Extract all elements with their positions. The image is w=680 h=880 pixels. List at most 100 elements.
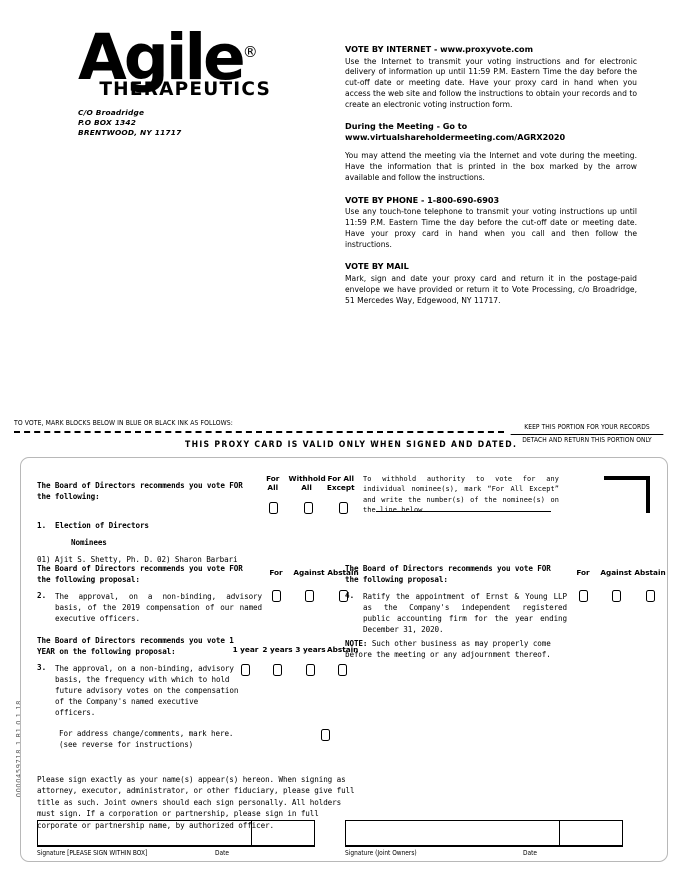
recommendation-text-2: The Board of Directors recommends you vo… xyxy=(37,564,243,584)
letterhead-section: Agile® THERAPEUTICS C/O Broadridge P.O B… xyxy=(0,0,680,415)
item-1-checkbox-row xyxy=(257,499,360,518)
portion-notice-block: KEEP THIS PORTION FOR YOUR RECORDS DETAC… xyxy=(504,422,670,446)
item-4-checkbox-row xyxy=(568,587,666,606)
registered-trademark-icon: ® xyxy=(242,43,258,61)
proxy-card: The Board of Directors recommends you vo… xyxy=(20,457,668,862)
column-header-for-4: For xyxy=(576,568,590,577)
column-header-3-years: 3 years xyxy=(295,645,326,654)
column-header-withhold-all: Withhold All xyxy=(288,474,326,493)
signature-date-field-joint[interactable] xyxy=(560,821,622,845)
nominee-item-2: 02) Sharon Barbari xyxy=(157,555,238,564)
column-header-1-year: 1 year xyxy=(232,645,259,654)
signature-box-joint xyxy=(345,820,623,847)
nominee-exception-write-in-line[interactable] xyxy=(376,511,551,512)
item-3-row: 3. The approval, on a non-binding, advis… xyxy=(37,663,242,718)
item-2-row: 2. The approval, on a non-binding, advis… xyxy=(37,591,262,624)
address-line-2: P.O BOX 1342 xyxy=(78,117,137,127)
column-header-for-all: For All xyxy=(266,474,280,493)
address-line-3: BRENTWOOD, NY 11717 xyxy=(78,127,182,137)
checkbox-item3-1-year[interactable] xyxy=(241,664,250,676)
signature-field-joint[interactable] xyxy=(346,821,560,845)
voting-instructions-panel: VOTE BY INTERNET - www.proxyvote.com Use… xyxy=(345,44,637,306)
signature-box-primary xyxy=(37,820,315,847)
mark-blocks-instruction: TO VOTE, MARK BLOCKS BELOW IN BLUE OR BL… xyxy=(14,418,233,427)
recommendation-item-1: The Board of Directors recommends you vo… xyxy=(37,481,259,503)
checkbox-address-change[interactable] xyxy=(321,729,330,741)
address-change-line-1: For address change/comments, mark here. xyxy=(59,729,234,738)
signature-labels-joint: Signature (Joint Owners) Date xyxy=(345,849,623,857)
column-header-2-years: 2 years xyxy=(262,645,293,654)
checkbox-item3-3-years[interactable] xyxy=(306,664,315,676)
signature-label-primary: Signature [PLEASE SIGN WITHIN BOX] xyxy=(37,849,148,857)
item-4-row: 4. Ratify the appointment of Ernst & You… xyxy=(345,591,567,635)
signature-label-joint: Signature (Joint Owners) xyxy=(345,849,417,857)
detach-bar: TO VOTE, MARK BLOCKS BELOW IN BLUE OR BL… xyxy=(0,418,680,462)
vote-by-phone-body: Use any touch-tone telephone to transmit… xyxy=(345,207,637,249)
column-header-against-4: Against xyxy=(600,568,632,577)
recommendation-text-3: The Board of Directors recommends you vo… xyxy=(37,636,234,656)
other-business-note: NOTE: Such other business as may properl… xyxy=(345,638,565,660)
note-text: Such other business as may properly come… xyxy=(345,639,551,659)
recommendation-text-4: The Board of Directors recommends you vo… xyxy=(345,564,551,584)
vote-by-phone-heading: VOTE BY PHONE - 1-800-690-6903 xyxy=(345,194,500,205)
company-logo-block: Agile® THERAPEUTICS C/O Broadridge P.O B… xyxy=(78,26,328,138)
vote-by-mail-body: Mark, sign and date your proxy card and … xyxy=(345,273,637,305)
checkbox-item4-against[interactable] xyxy=(611,590,621,602)
perforation-dashed-line xyxy=(14,431,504,433)
note-label: NOTE: xyxy=(345,639,368,648)
signature-block-joint: Signature (Joint Owners) Date xyxy=(345,820,623,857)
item-4-column-headers: For Against Abstain xyxy=(568,568,666,577)
date-label-primary: Date xyxy=(215,849,230,857)
address-change-checkbox-wrap xyxy=(321,726,330,745)
checkbox-item4-abstain[interactable] xyxy=(645,590,655,602)
proxy-validity-notice: THIS PROXY CARD IS VALID ONLY WHEN SIGNE… xyxy=(185,440,518,450)
checkbox-item1-for-all-except[interactable] xyxy=(338,502,348,514)
detach-portion-notice: DETACH AND RETURN THIS PORTION ONLY xyxy=(522,434,652,444)
column-header-for-2: For xyxy=(269,568,283,577)
item-3-text: The approval, on a non-binding, advisory… xyxy=(55,664,239,717)
recommendation-item-4: The Board of Directors recommends you vo… xyxy=(345,564,563,586)
item-2-number: 2. xyxy=(37,591,47,600)
signature-labels-primary: Signature [PLEASE SIGN WITHIN BOX] Date xyxy=(37,849,315,857)
item-3-checkbox-row xyxy=(230,661,358,680)
item-1-column-headers: For All Withhold All For All Except xyxy=(257,474,357,492)
date-label-joint: Date xyxy=(523,849,538,857)
vote-by-internet-body: Use the Internet to transmit your voting… xyxy=(345,56,637,109)
checkbox-item2-for[interactable] xyxy=(271,590,281,602)
alignment-corner-mark-icon xyxy=(604,476,650,513)
company-address: C/O Broadridge P.O BOX 1342 BRENTWOOD, N… xyxy=(78,108,328,138)
address-change-label: For address change/comments, mark here. … xyxy=(59,728,289,750)
vote-by-mail-heading: VOTE BY MAIL xyxy=(345,261,409,272)
item-3-number: 3. xyxy=(37,663,47,672)
item-4-text: Ratify the appointment of Ernst & Young … xyxy=(363,592,567,634)
column-header-abstain-4: Abstain xyxy=(634,568,666,577)
recommendation-item-3: The Board of Directors recommends you vo… xyxy=(37,636,237,658)
item-4-number: 4. xyxy=(345,591,355,600)
column-header-against-2: Against xyxy=(293,568,325,577)
logo-text: Agile xyxy=(78,21,246,94)
withhold-authority-note: To withhold authority to vote for any in… xyxy=(363,475,559,515)
recommendation-item-2: The Board of Directors recommends you vo… xyxy=(37,564,255,586)
checkbox-item2-against[interactable] xyxy=(304,590,314,602)
signature-date-field-primary[interactable] xyxy=(252,821,314,845)
checkbox-item1-for-all[interactable] xyxy=(269,502,278,514)
checkbox-item3-2-years[interactable] xyxy=(273,664,282,676)
checkbox-item3-abstain[interactable] xyxy=(338,664,347,676)
signature-block-primary: Signature [PLEASE SIGN WITHIN BOX] Date xyxy=(37,820,315,857)
column-header-for-all-except: For All Except xyxy=(326,474,355,493)
item-3-column-headers: 1 year 2 years 3 years Abstain xyxy=(230,645,359,654)
signature-field-primary[interactable] xyxy=(38,821,252,845)
address-change-line-2: (see reverse for instructions) xyxy=(59,740,194,749)
keep-portion-notice: KEEP THIS PORTION FOR YOUR RECORDS xyxy=(510,422,664,435)
item-1-title: Election of Directors xyxy=(55,521,149,530)
item-1-number: 1. xyxy=(37,521,47,530)
during-the-meeting-body: You may attend the meeting via the Inter… xyxy=(345,151,637,183)
checkbox-item1-withhold-all[interactable] xyxy=(303,502,313,514)
item-2-text: The approval, on a non-binding, advisory… xyxy=(55,592,262,623)
vote-by-internet-heading: VOTE BY INTERNET - www.proxyvote.com xyxy=(345,44,534,54)
address-line-1: C/O Broadridge xyxy=(78,107,145,117)
during-the-meeting-heading: During the Meeting - Go to www.virtualsh… xyxy=(345,121,566,142)
checkbox-item4-for[interactable] xyxy=(578,590,588,602)
recommendation-text-1: The Board of Directors recommends you vo… xyxy=(37,481,243,501)
